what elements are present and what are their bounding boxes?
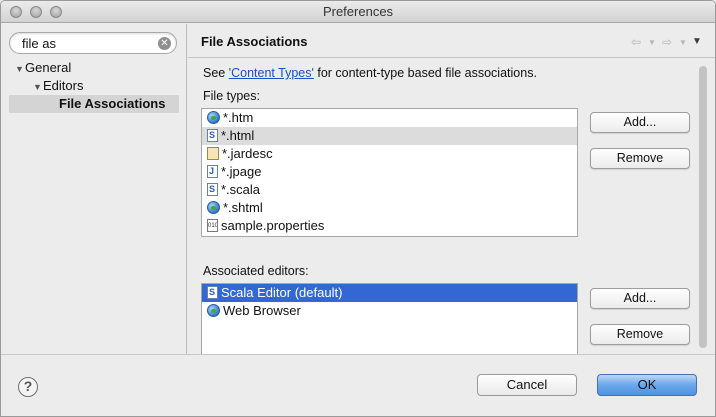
jar-file-icon: [207, 147, 219, 160]
list-item[interactable]: J *.jpage: [202, 163, 577, 181]
help-icon[interactable]: ?: [18, 377, 38, 397]
list-item[interactable]: *.jardesc: [202, 145, 577, 163]
list-item-label: *.shtml: [223, 200, 263, 215]
filter-search-box[interactable]: ✕: [9, 32, 177, 54]
tree-item-editors[interactable]: ▼Editors: [9, 77, 179, 95]
list-item[interactable]: *.htm: [202, 109, 577, 127]
properties-file-icon: 010: [207, 219, 218, 232]
window-title: Preferences: [322, 4, 394, 19]
list-item[interactable]: 010 sample.properties: [202, 217, 577, 235]
list-item-label: *.scala: [221, 182, 261, 197]
content-types-link[interactable]: 'Content Types': [229, 66, 314, 80]
cancel-button[interactable]: Cancel: [477, 374, 577, 396]
list-item-label: Scala Editor (default): [221, 285, 343, 300]
java-page-icon: J: [207, 165, 218, 178]
remove-file-type-button[interactable]: Remove: [590, 148, 690, 169]
tree-item-label: General: [25, 60, 72, 75]
page-title: File Associations: [201, 34, 308, 49]
list-item-selected[interactable]: S Scala Editor (default): [202, 284, 577, 302]
forward-arrow-icon[interactable]: ⇨: [662, 35, 672, 49]
file-types-label: File types:: [203, 89, 260, 103]
tree-item-label: File Associations: [59, 96, 166, 111]
scala-file-icon: S: [207, 286, 218, 299]
expand-triangle-icon[interactable]: ▼: [15, 60, 25, 78]
globe-icon: [207, 111, 220, 124]
filter-input[interactable]: [22, 35, 152, 51]
scala-file-icon: S: [207, 129, 218, 142]
list-item[interactable]: S *.scala: [202, 181, 577, 199]
back-arrow-icon[interactable]: ⇦: [631, 35, 641, 49]
list-item-label: Web Browser: [223, 303, 301, 318]
tree-item-label: Editors: [43, 78, 84, 93]
associated-editors-label: Associated editors:: [203, 264, 309, 278]
scrollbar-thumb[interactable]: [699, 66, 707, 348]
list-item-label: *.htm: [223, 110, 254, 125]
list-item-label: sample.properties: [221, 218, 325, 233]
tree-item-general[interactable]: ▼General: [9, 59, 179, 77]
ok-button[interactable]: OK: [597, 374, 697, 396]
view-menu-icon[interactable]: ▼: [692, 36, 702, 47]
add-file-type-button[interactable]: Add...: [590, 112, 690, 133]
tree-item-file-associations[interactable]: File Associations: [9, 95, 179, 113]
list-item-selected[interactable]: S *.html: [202, 127, 577, 145]
note-prefix: See: [203, 66, 229, 80]
list-item-label: *.jpage: [221, 164, 262, 179]
list-item[interactable]: *.shtml: [202, 199, 577, 217]
preferences-sidebar: ✕ ▼General ▼Editors File Associations: [1, 24, 187, 354]
page-content: See 'Content Types' for content-type bas…: [188, 59, 715, 354]
preferences-tree: ▼General ▼Editors File Associations: [9, 59, 179, 113]
dialog-button-bar: ? Cancel OK: [1, 354, 715, 416]
globe-icon: [207, 201, 220, 214]
scala-file-icon: S: [207, 183, 218, 196]
preferences-window: Preferences ✕ ▼General ▼Editors File Ass…: [0, 0, 716, 417]
page-header: File Associations ⇦ ▼ ⇨ ▼ ▼: [188, 24, 715, 58]
back-dropdown-icon[interactable]: ▼: [648, 38, 656, 47]
list-item-label: *.jardesc: [222, 146, 273, 161]
page-scrollbar[interactable]: [696, 64, 710, 354]
file-types-list[interactable]: *.htm S *.html *.jardesc J *.jpage S *.scal…: [201, 108, 578, 237]
add-editor-button[interactable]: Add...: [590, 288, 690, 309]
associated-editors-list[interactable]: S Scala Editor (default) Web Browser: [201, 283, 578, 354]
title-bar: Preferences: [1, 1, 715, 23]
expand-triangle-icon[interactable]: ▼: [33, 78, 43, 96]
forward-dropdown-icon[interactable]: ▼: [679, 38, 687, 47]
content-types-note: See 'Content Types' for content-type bas…: [203, 66, 537, 80]
note-suffix: for content-type based file associations…: [313, 66, 537, 80]
list-item-label: *.html: [221, 128, 255, 143]
clear-search-icon[interactable]: ✕: [158, 37, 171, 50]
preference-page: File Associations ⇦ ▼ ⇨ ▼ ▼ See 'Content…: [188, 24, 715, 354]
list-item[interactable]: Web Browser: [202, 302, 577, 320]
globe-icon: [207, 304, 220, 317]
remove-editor-button[interactable]: Remove: [590, 324, 690, 345]
